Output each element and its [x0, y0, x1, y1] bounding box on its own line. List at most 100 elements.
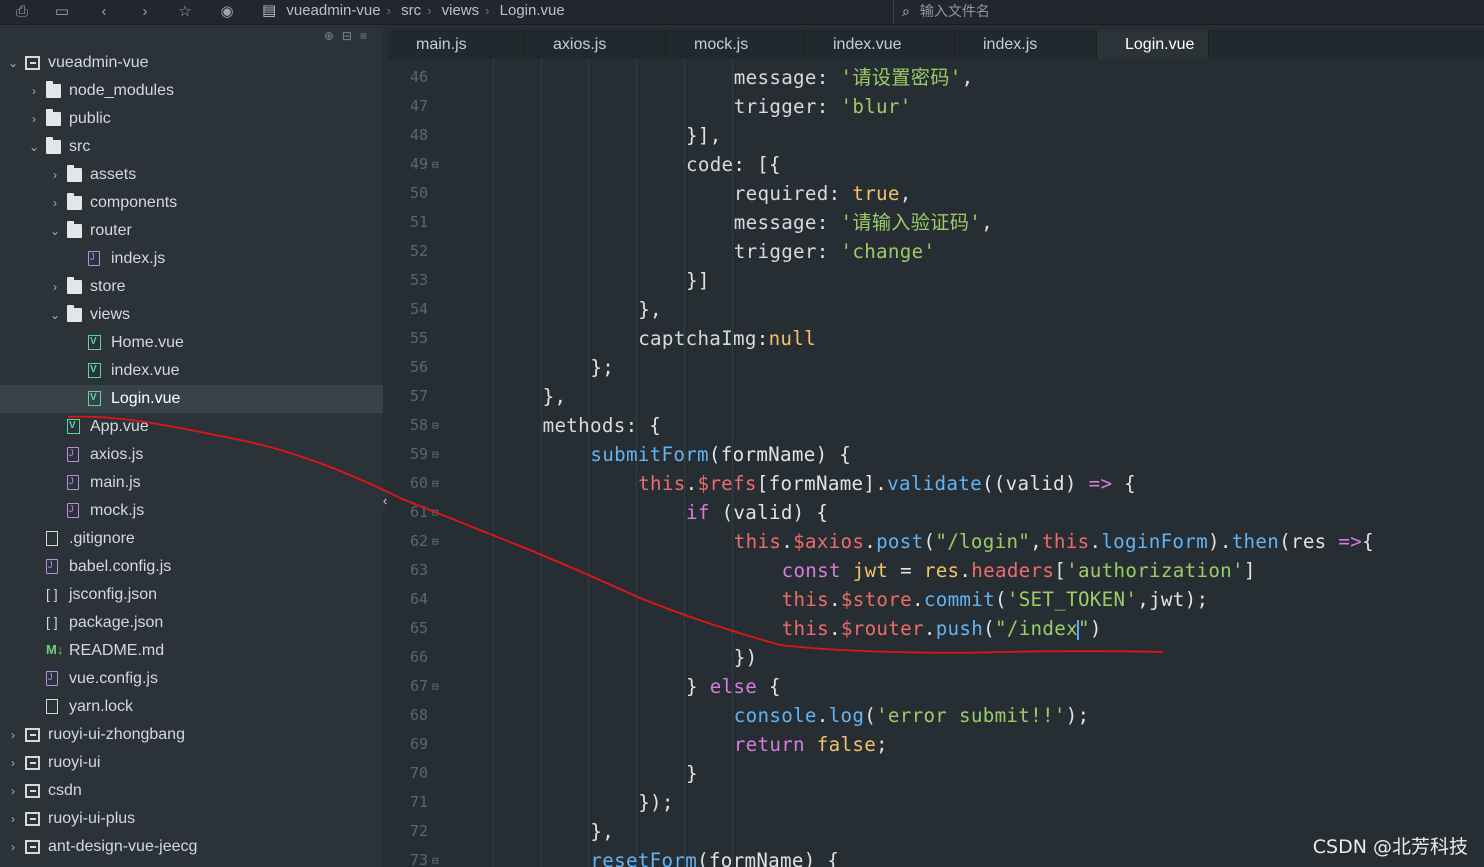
- chevron-right-icon[interactable]: ›: [27, 77, 41, 105]
- code-line[interactable]: 53}]: [388, 266, 1484, 295]
- tree-item[interactable]: ⌄ src: [0, 133, 383, 161]
- tree-item[interactable]: App.vue: [0, 412, 383, 441]
- code-editor[interactable]: 46 message: '请设置密码', 47 trigger: 'blur' 48}]…: [388, 59, 1484, 867]
- code-line[interactable]: 61 ⊟ if (valid) {: [388, 498, 1484, 527]
- vue-file-icon: [88, 356, 101, 384]
- tree-item[interactable]: .gitignore: [0, 525, 383, 553]
- tree-item[interactable]: ⌄ views: [0, 301, 383, 329]
- tab-index-vue[interactable]: index.vue: [805, 30, 955, 59]
- tree-item[interactable]: vue.config.js: [0, 663, 383, 693]
- tree-item[interactable]: › ruoyi-ui-plus: [0, 805, 383, 833]
- code-line[interactable]: 52 trigger: 'change': [388, 237, 1484, 266]
- code-line[interactable]: 63 const jwt = res.headers['authorization…: [388, 556, 1484, 585]
- run-icon[interactable]: ◉: [217, 2, 237, 22]
- tree-item[interactable]: › ant-design-vue-jeecg: [0, 833, 383, 861]
- fold-icon[interactable]: ⊟: [432, 150, 442, 179]
- chevron-right-icon[interactable]: ›: [6, 777, 20, 805]
- code-line[interactable]: 71});: [388, 788, 1484, 817]
- tree-item[interactable]: Login.vue: [0, 384, 383, 413]
- tree-item[interactable]: › ruoyi-ui-zhongbang: [0, 721, 383, 749]
- tree-item[interactable]: yarn.lock: [0, 693, 383, 721]
- tab-main-js[interactable]: main.js: [388, 30, 525, 59]
- new-window-icon[interactable]: ⎙: [12, 2, 32, 22]
- code-line[interactable]: 62 ⊟ this.$axios.post("/login",this.loginF…: [388, 527, 1484, 556]
- fold-icon[interactable]: ⊟: [432, 672, 442, 701]
- code-line[interactable]: 60 ⊟ this.$refs[formName].validate((valid)…: [388, 469, 1484, 498]
- tab-axios-js[interactable]: axios.js: [525, 30, 666, 59]
- tree-item[interactable]: index.js: [0, 243, 383, 273]
- code-line[interactable]: 56};: [388, 353, 1484, 382]
- breadcrumb-item[interactable]: vueadmin-vue: [286, 2, 380, 19]
- forward-icon[interactable]: ›: [135, 2, 155, 22]
- chevron-right-icon[interactable]: ›: [48, 273, 62, 301]
- code-line[interactable]: 57},: [388, 382, 1484, 411]
- code-line[interactable]: 54},: [388, 295, 1484, 324]
- code-line[interactable]: 70}: [388, 759, 1484, 788]
- chevron-right-icon[interactable]: ›: [27, 105, 41, 133]
- code-line[interactable]: 47 trigger: 'blur': [388, 92, 1484, 121]
- tab-mock-js[interactable]: mock.js: [666, 30, 805, 59]
- code-line[interactable]: 64 this.$store.commit('SET_TOKEN',jwt);: [388, 585, 1484, 614]
- chevron-right-icon[interactable]: ›: [48, 161, 62, 189]
- fold-icon[interactable]: ⊟: [432, 498, 442, 527]
- code-line[interactable]: 59 ⊟ submitForm(formName) {: [388, 440, 1484, 469]
- tree-item[interactable]: › node_modules: [0, 77, 383, 105]
- code-line[interactable]: 58 ⊟ methods: {: [388, 411, 1484, 440]
- chevron-right-icon[interactable]: ›: [6, 721, 20, 749]
- tree-item[interactable]: › components: [0, 189, 383, 217]
- tree-item[interactable]: › public: [0, 105, 383, 133]
- chevron-down-icon[interactable]: ⌄: [27, 133, 41, 161]
- fold-icon[interactable]: ⊟: [432, 469, 442, 498]
- code-line[interactable]: 55 captchaImg:null: [388, 324, 1484, 353]
- fold-icon[interactable]: ⊟: [432, 527, 442, 556]
- fold-icon[interactable]: ⊟: [432, 440, 442, 469]
- code-line[interactable]: 51 message: '请输入验证码',: [388, 208, 1484, 237]
- collapse-all-icon[interactable]: ⊟: [342, 29, 360, 43]
- chevron-down-icon[interactable]: ⌄: [48, 301, 62, 329]
- code-line[interactable]: 46 message: '请设置密码',: [388, 63, 1484, 92]
- back-icon[interactable]: ‹: [94, 2, 114, 22]
- fold-icon[interactable]: ⊟: [432, 846, 442, 867]
- code-line[interactable]: 50 required: true,: [388, 179, 1484, 208]
- tree-item[interactable]: M↓ README.md: [0, 637, 383, 665]
- tree-item[interactable]: mock.js: [0, 495, 383, 525]
- chevron-down-icon[interactable]: ⌄: [48, 217, 62, 245]
- tree-item[interactable]: Home.vue: [0, 328, 383, 357]
- locate-icon[interactable]: ⊕: [324, 29, 342, 43]
- chevron-right-icon[interactable]: ›: [6, 749, 20, 777]
- tab-login-vue[interactable]: Login.vue: [1097, 30, 1209, 59]
- code-line[interactable]: 48}],: [388, 121, 1484, 150]
- code-line[interactable]: 68 console.log('error submit!!');: [388, 701, 1484, 730]
- code-line[interactable]: 49 ⊟ code: [{: [388, 150, 1484, 179]
- tree-item[interactable]: [ ] jsconfig.json: [0, 581, 383, 609]
- tree-item[interactable]: main.js: [0, 467, 383, 497]
- tree-item[interactable]: › store: [0, 273, 383, 301]
- save-icon[interactable]: ▭: [52, 2, 72, 22]
- chevron-right-icon[interactable]: ›: [6, 805, 20, 833]
- breadcrumb-item[interactable]: src: [401, 2, 421, 19]
- tree-item[interactable]: [ ] package.json: [0, 609, 383, 637]
- code-line[interactable]: 65 this.$router.push("/index"): [388, 614, 1484, 643]
- breadcrumb-item[interactable]: views: [442, 2, 480, 19]
- fold-icon[interactable]: ⊟: [432, 411, 442, 440]
- tab-index-js[interactable]: index.js: [955, 30, 1097, 59]
- tree-item[interactable]: index.vue: [0, 356, 383, 385]
- code-line[interactable]: 67 ⊟} else {: [388, 672, 1484, 701]
- folder-icon: [67, 193, 82, 210]
- tree-item[interactable]: › ruoyi-ui: [0, 749, 383, 777]
- tree-item[interactable]: › csdn: [0, 777, 383, 805]
- tree-item[interactable]: ⌄ router: [0, 217, 383, 245]
- menu-icon[interactable]: ≡: [360, 29, 375, 43]
- chevron-right-icon[interactable]: ›: [6, 833, 20, 861]
- chevron-right-icon[interactable]: ›: [48, 189, 62, 217]
- tree-item[interactable]: ⌄ vueadmin-vue: [0, 49, 383, 77]
- code-line[interactable]: 66}): [388, 643, 1484, 672]
- tree-item[interactable]: › assets: [0, 161, 383, 189]
- tree-item[interactable]: babel.config.js: [0, 551, 383, 581]
- star-icon[interactable]: ☆: [175, 2, 195, 22]
- breadcrumb-item[interactable]: Login.vue: [500, 2, 565, 19]
- code-line[interactable]: 69 return false;: [388, 730, 1484, 759]
- chevron-down-icon[interactable]: ⌄: [6, 49, 20, 77]
- tree-item[interactable]: axios.js: [0, 439, 383, 469]
- file-search-input[interactable]: ⌕ 输入文件名: [893, 0, 1484, 24]
